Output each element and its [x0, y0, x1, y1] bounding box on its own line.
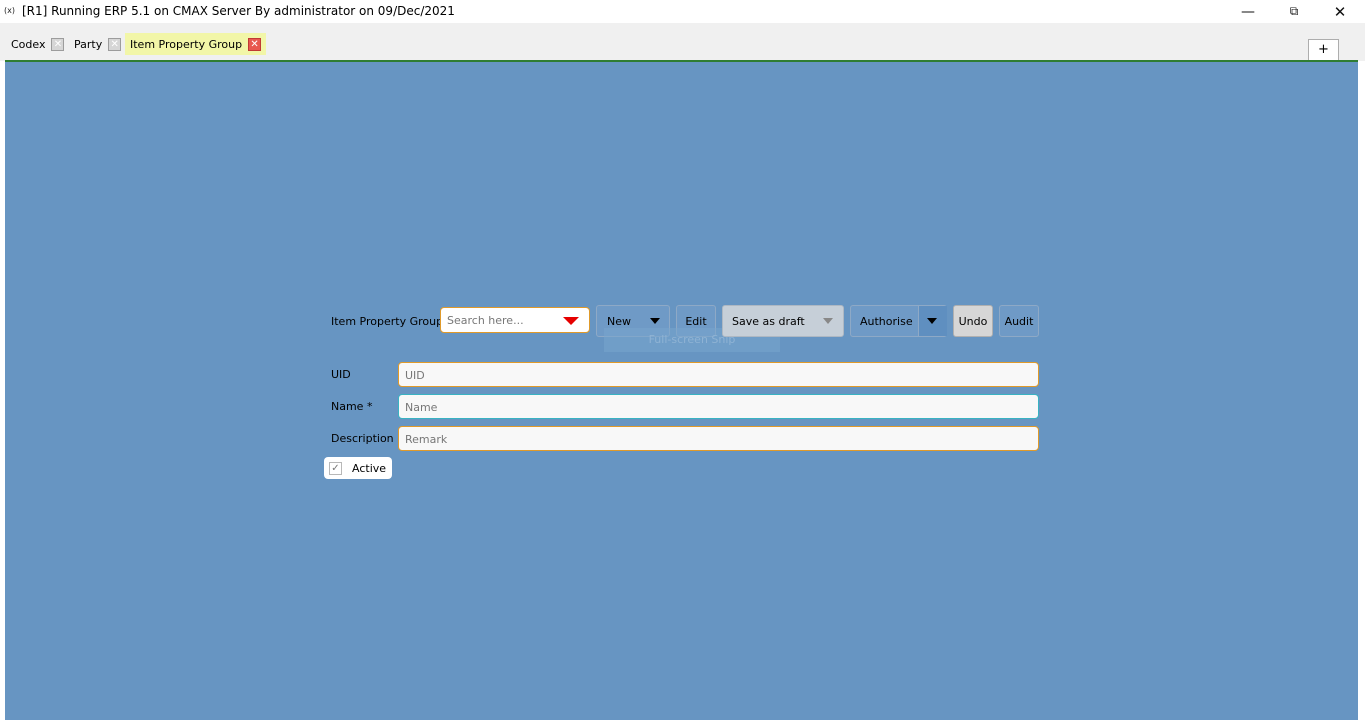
description-label: Description — [331, 432, 394, 445]
name-label: Name * — [331, 400, 373, 413]
authorise-button-label: Authorise — [860, 314, 913, 328]
uid-label: UID — [331, 368, 351, 381]
new-button-label: New — [607, 314, 631, 328]
active-checkbox[interactable]: ✓ Active — [324, 457, 392, 479]
dropdown-arrow-icon[interactable] — [563, 317, 579, 325]
save-button-label: Save as draft — [732, 314, 805, 328]
name-input[interactable] — [405, 399, 1005, 415]
tab-label: Party — [74, 37, 103, 51]
chevron-down-icon[interactable] — [927, 318, 937, 324]
tab-strip: Codex ✕ Party ✕ Item Property Group ✕ + — [0, 23, 1365, 61]
edit-button-label: Edit — [685, 314, 707, 328]
close-icon: ✕ — [1333, 2, 1347, 21]
minimize-button[interactable]: — — [1225, 0, 1271, 23]
content-area — [5, 62, 1358, 720]
search-combobox[interactable] — [440, 307, 590, 333]
uid-field[interactable] — [398, 362, 1039, 387]
entity-label: Item Property Group — [331, 315, 444, 328]
search-input[interactable] — [447, 312, 557, 328]
window-title: [R1] Running ERP 5.1 on CMAX Server By a… — [22, 4, 455, 18]
tab-item-property-group[interactable]: Item Property Group ✕ — [125, 33, 267, 55]
chevron-down-icon[interactable] — [650, 318, 660, 324]
chevron-down-icon[interactable] — [823, 318, 833, 324]
undo-button-label: Undo — [958, 314, 988, 328]
tab-codex[interactable]: Codex ✕ — [6, 33, 69, 55]
tab-label: Codex — [11, 37, 46, 51]
description-field[interactable] — [398, 426, 1039, 451]
tab-close-icon[interactable]: ✕ — [108, 37, 122, 51]
close-window-button[interactable]: ✕ — [1317, 0, 1363, 23]
restore-icon: ⧉ — [1289, 4, 1299, 18]
checkmark-icon[interactable]: ✓ — [329, 461, 342, 475]
tab-label: Item Property Group — [130, 37, 243, 51]
active-label: Active — [352, 461, 387, 475]
tab-close-icon[interactable]: ✕ — [248, 37, 262, 51]
description-input[interactable] — [405, 431, 1005, 447]
uid-input[interactable] — [405, 367, 1005, 383]
tab-party[interactable]: Party ✕ — [69, 33, 126, 55]
app-icon: (x) — [4, 6, 15, 15]
audit-button[interactable]: Audit — [999, 305, 1039, 337]
audit-button-label: Audit — [1004, 314, 1034, 328]
name-field[interactable] — [398, 394, 1039, 419]
save-as-draft-button[interactable]: Save as draft — [722, 305, 844, 337]
undo-button[interactable]: Undo — [953, 305, 993, 337]
add-tab-button[interactable]: + — [1308, 39, 1339, 61]
tab-close-icon[interactable]: ✕ — [51, 37, 65, 51]
title-bar: (x) [R1] Running ERP 5.1 on CMAX Server … — [0, 0, 1365, 23]
minimize-icon: — — [1241, 3, 1255, 20]
authorise-button[interactable]: Authorise — [850, 305, 947, 337]
restore-button[interactable]: ⧉ — [1271, 0, 1317, 23]
